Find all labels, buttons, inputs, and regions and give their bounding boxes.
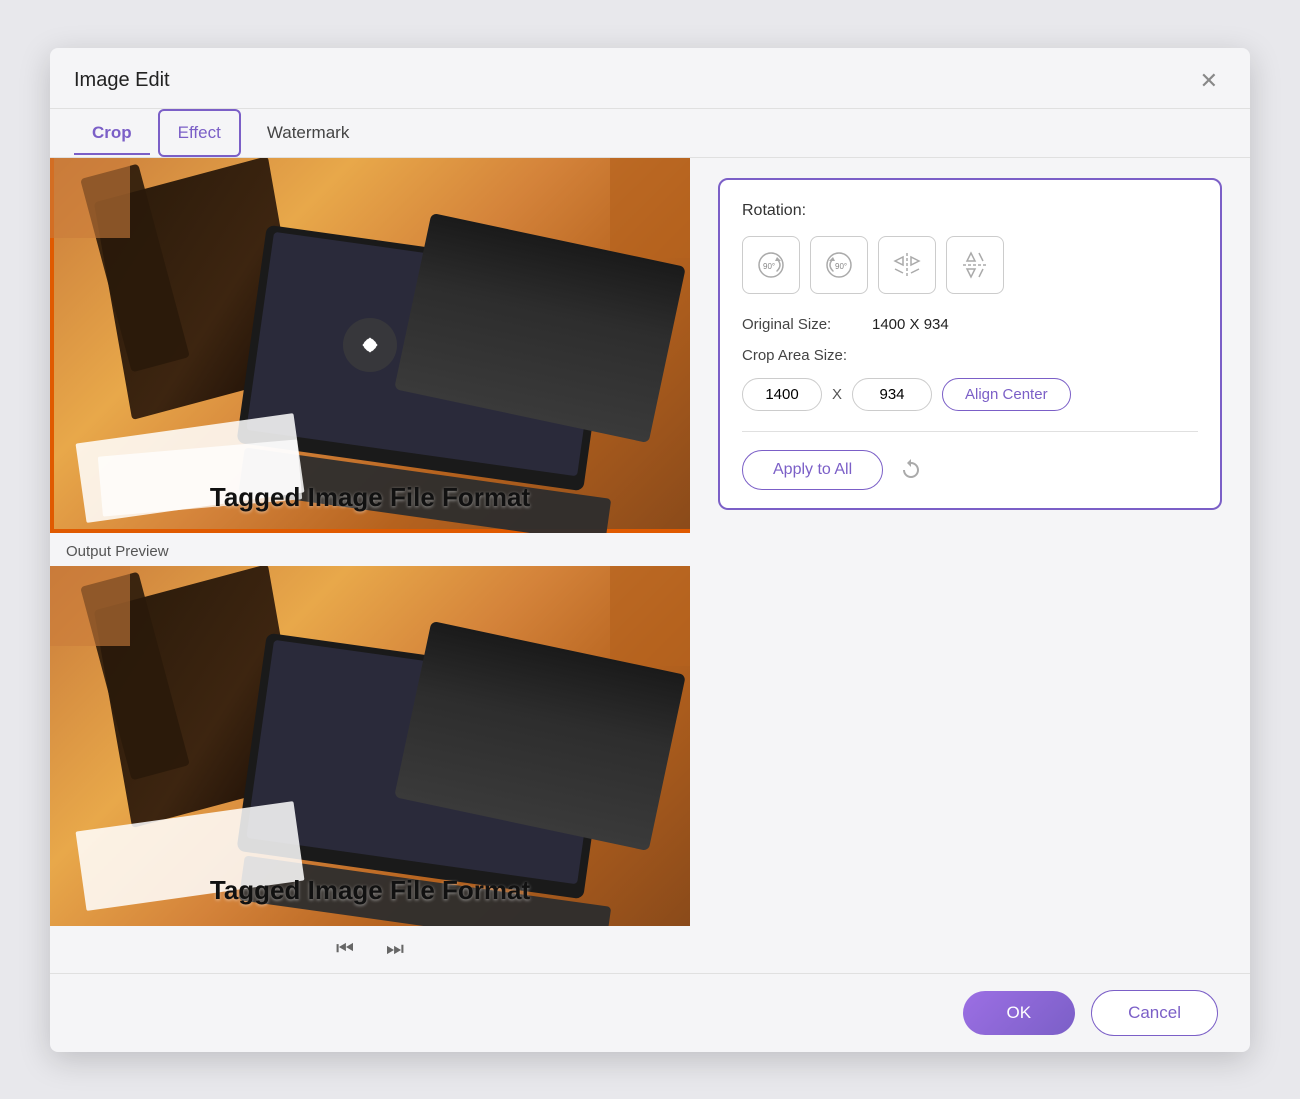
tab-watermark[interactable]: Watermark	[249, 111, 368, 155]
original-size-row: Original Size: 1400 X 934	[742, 316, 1198, 333]
crop-width-input[interactable]	[742, 378, 822, 411]
prev-icon: ⏮	[336, 938, 354, 961]
main-preview: Tagged Image File Format	[50, 158, 690, 533]
reset-button[interactable]	[899, 458, 923, 482]
tabs-bar: Crop Effect Watermark	[50, 109, 1250, 158]
output-preview: Tagged Image File Format	[50, 566, 690, 926]
ok-button[interactable]: OK	[963, 991, 1076, 1035]
tab-crop[interactable]: Crop	[74, 111, 150, 155]
divider	[742, 431, 1198, 432]
align-center-button[interactable]: Align Center	[942, 378, 1071, 411]
laptop-illustration-2	[50, 566, 690, 926]
apply-to-all-button[interactable]: Apply to All	[742, 450, 883, 490]
rotate-cw-icon: 90°	[755, 249, 787, 281]
image-label-top: Tagged Image File Format	[50, 482, 690, 513]
preview-image: Tagged Image File Format	[50, 158, 690, 533]
cancel-button[interactable]: Cancel	[1091, 990, 1218, 1036]
rotation-buttons: 90° 90°	[742, 236, 1198, 294]
rotate-cw-button[interactable]: 90°	[742, 236, 800, 294]
original-size-value: 1400 X 934	[872, 316, 949, 333]
crop-area-label-row: Crop Area Size:	[742, 347, 1198, 364]
next-icon: ⏭	[386, 938, 404, 961]
image-label-bottom: Tagged Image File Format	[50, 875, 690, 906]
reset-icon	[899, 458, 923, 482]
dialog-body: Tagged Image File Format Output Preview	[50, 158, 1250, 973]
settings-box: Rotation: 90°	[718, 178, 1222, 510]
left-panel: Tagged Image File Format Output Preview	[50, 158, 690, 973]
next-button[interactable]: ⏭	[386, 938, 404, 961]
flip-h-icon	[891, 249, 923, 281]
close-button[interactable]: ✕	[1192, 64, 1226, 98]
flip-horizontal-button[interactable]	[878, 236, 936, 294]
action-row: Apply to All	[742, 450, 1198, 490]
output-preview-image: Tagged Image File Format	[50, 566, 690, 926]
crop-area-size-label: Crop Area Size:	[742, 347, 872, 364]
svg-text:90°: 90°	[763, 262, 775, 271]
svg-text:90°: 90°	[835, 262, 847, 271]
nav-bar: ⏮ ⏭	[50, 926, 690, 973]
crop-height-input[interactable]	[852, 378, 932, 411]
original-size-label: Original Size:	[742, 316, 872, 333]
rotate-ccw-icon: 90°	[823, 249, 855, 281]
flip-vertical-button[interactable]	[946, 236, 1004, 294]
dialog-header: Image Edit ✕	[50, 48, 1250, 109]
close-icon: ✕	[1200, 68, 1218, 94]
footer: OK Cancel	[50, 973, 1250, 1052]
rotate-ccw-button[interactable]: 90°	[810, 236, 868, 294]
move-cursor-icon	[343, 318, 397, 372]
prev-button[interactable]: ⏮	[336, 938, 354, 961]
crosshair-svg	[355, 330, 385, 360]
flip-v-icon	[959, 249, 991, 281]
image-edit-dialog: Image Edit ✕ Crop Effect Watermark	[50, 48, 1250, 1052]
x-separator: X	[832, 386, 842, 403]
dialog-title: Image Edit	[74, 69, 170, 92]
tab-effect[interactable]: Effect	[158, 109, 241, 157]
right-panel: Rotation: 90°	[690, 158, 1250, 973]
crop-area-inputs: X Align Center	[742, 378, 1198, 411]
rotation-label: Rotation:	[742, 202, 1198, 220]
output-preview-label: Output Preview	[50, 533, 690, 566]
